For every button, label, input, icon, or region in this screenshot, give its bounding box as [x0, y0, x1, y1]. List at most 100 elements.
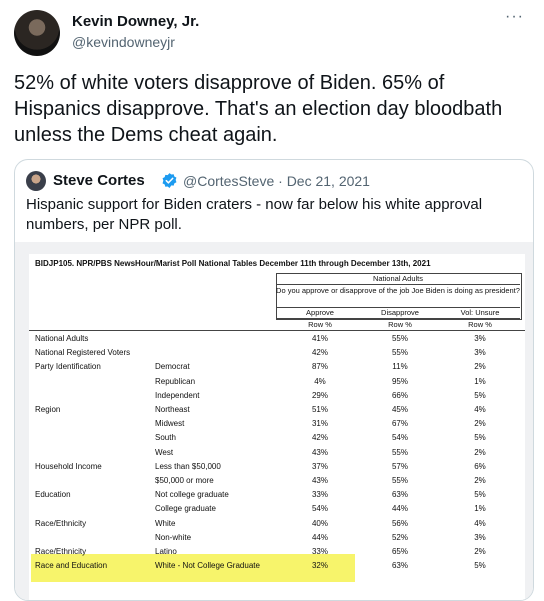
table-row: West 43% 55% 2%	[29, 446, 525, 460]
more-options-icon[interactable]: ···	[505, 8, 524, 26]
avatar[interactable]	[14, 10, 60, 56]
quoted-author-name[interactable]: Steve Cortes	[53, 172, 145, 189]
disapprove-value: 55%	[391, 476, 408, 485]
row-subgroup: Not college graduate	[155, 490, 229, 500]
table-row: Race/Ethnicity White 40% 56% 4%	[29, 517, 525, 531]
unsure-value: 4%	[474, 405, 486, 414]
disapprove-value: 55%	[391, 447, 408, 457]
table-row: College graduate 54% 44% 1%	[29, 502, 525, 516]
subheader-approve: Row %	[308, 320, 332, 329]
disapprove-value: 54%	[391, 433, 408, 443]
table-row: Midwest 31% 67% 2%	[29, 417, 525, 431]
verified-badge-icon	[162, 173, 177, 188]
disapprove-value: 52%	[391, 532, 408, 542]
header-divider	[276, 284, 520, 285]
row-subgroup: Midwest	[155, 419, 185, 429]
row-category: National Adults	[35, 334, 89, 343]
column-header-approve: Approve	[306, 308, 334, 317]
disapprove-value: 44%	[391, 504, 408, 514]
table-row: Republican 4% 95% 1%	[29, 375, 525, 389]
approve-value: 37%	[311, 461, 328, 471]
approve-value: 32%	[311, 561, 328, 571]
approve-value: 43%	[311, 476, 328, 485]
disapprove-value: 11%	[392, 362, 408, 372]
approve-value: 51%	[311, 405, 328, 414]
approve-value: 40%	[311, 518, 328, 528]
disapprove-value: 63%	[391, 561, 408, 571]
row-subgroup: Democrat	[155, 362, 190, 372]
approve-value: 87%	[311, 362, 328, 372]
table-row: South 42% 54% 5%	[29, 431, 525, 445]
row-subgroup: College graduate	[155, 504, 216, 514]
unsure-value: 2%	[474, 362, 486, 372]
unsure-value: 2%	[474, 476, 486, 485]
table-row: Non-white 44% 52% 3%	[29, 531, 525, 545]
unsure-value: 5%	[474, 561, 486, 571]
unsure-value: 3%	[474, 348, 486, 358]
poll-title: BIDJP105. NPR/PBS NewsHour/Marist Poll N…	[35, 259, 431, 268]
disapprove-value: 45%	[391, 405, 408, 414]
unsure-value: 2%	[474, 547, 486, 556]
unsure-value: 4%	[474, 518, 486, 528]
approve-value: 42%	[311, 348, 328, 358]
subheader-unsure: Row %	[468, 320, 492, 329]
disapprove-value: 65%	[391, 547, 408, 556]
approve-value: 4%	[314, 376, 326, 386]
quoted-handle-date[interactable]: @CortesSteve · Dec 21, 2021	[183, 173, 370, 189]
table-row: National Adults 41% 55% 3%	[29, 332, 525, 346]
row-category: Race/Ethnicity	[35, 547, 87, 556]
table-row: Party Identification Democrat 87% 11% 2%	[29, 360, 525, 374]
table-row: Education Not college graduate 33% 63% 5%	[29, 488, 525, 502]
row-subgroup: White	[155, 518, 176, 528]
approve-value: 54%	[311, 504, 328, 514]
row-subgroup: Independent	[155, 390, 200, 400]
poll-image[interactable]: BIDJP105. NPR/PBS NewsHour/Marist Poll N…	[15, 242, 533, 600]
disapprove-value: 63%	[391, 490, 408, 500]
unsure-value: 3%	[474, 532, 486, 542]
disapprove-value: 66%	[391, 390, 408, 400]
unsure-value: 1%	[474, 504, 486, 514]
unsure-value: 1%	[474, 376, 486, 386]
author-name[interactable]: Kevin Downey, Jr.	[72, 13, 199, 30]
quoted-tweet-text: Hispanic support for Biden craters - now…	[26, 196, 483, 233]
approve-value: 33%	[311, 547, 328, 556]
row-subgroup: Non-white	[155, 532, 192, 542]
disapprove-value: 57%	[391, 461, 408, 471]
quoted-avatar[interactable]	[26, 171, 46, 191]
question-header: Do you approve or disapprove of the job …	[276, 286, 520, 295]
table-row: $50,000 or more 43% 55% 2%	[29, 474, 525, 488]
unsure-value: 2%	[474, 419, 486, 429]
disapprove-value: 67%	[391, 419, 408, 429]
row-subgroup: White - Not College Graduate	[155, 561, 260, 571]
row-subgroup: Less than $50,000	[155, 461, 221, 471]
disapprove-value: 55%	[391, 348, 408, 358]
approve-value: 41%	[311, 334, 328, 343]
disapprove-value: 56%	[391, 518, 408, 528]
approve-value: 44%	[311, 532, 328, 542]
row-subgroup: Latino	[155, 547, 177, 556]
row-category: Household Income	[35, 461, 102, 471]
quoted-tweet[interactable]: Steve Cortes @CortesSteve · Dec 21, 2021…	[14, 159, 534, 601]
row-subgroup: Northeast	[155, 405, 190, 414]
poll-document: BIDJP105. NPR/PBS NewsHour/Marist Poll N…	[29, 254, 525, 600]
group-header: National Adults	[372, 274, 424, 283]
row-subgroup: West	[155, 447, 174, 457]
disapprove-value: 95%	[391, 376, 408, 386]
column-header-unsure: Vol: Unsure	[460, 308, 500, 317]
column-divider	[276, 318, 520, 319]
approve-value: 29%	[311, 390, 328, 400]
row-category: Race/Ethnicity	[35, 518, 87, 528]
unsure-value: 5%	[474, 490, 486, 500]
table-row: Race/Ethnicity Latino 33% 65% 2%	[29, 545, 525, 559]
row-category: Party Identification	[35, 362, 101, 372]
table-row: Region Northeast 51% 45% 4%	[29, 403, 525, 417]
approve-value: 33%	[311, 490, 328, 500]
author-handle[interactable]: @kevindowneyjr	[72, 34, 175, 50]
table-row: National Registered Voters 42% 55% 3%	[29, 346, 525, 360]
disapprove-value: 55%	[391, 334, 408, 343]
unsure-value: 5%	[474, 390, 486, 400]
unsure-value: 5%	[474, 433, 486, 443]
row-category: Region	[35, 405, 61, 414]
approve-value: 43%	[311, 447, 328, 457]
row-category: Race and Education	[35, 561, 108, 571]
